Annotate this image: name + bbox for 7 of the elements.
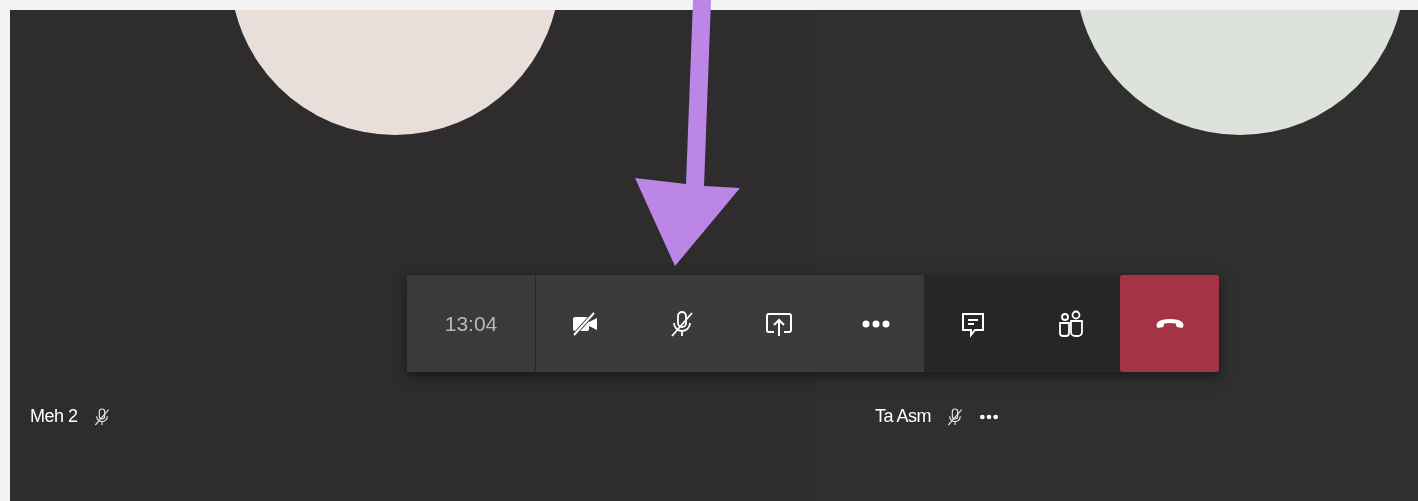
call-timer: 13:04 [407, 275, 536, 372]
participant-name: Ta Asm [875, 406, 932, 427]
hang-up-icon [1154, 319, 1185, 328]
more-icon [979, 412, 1000, 421]
people-icon [1056, 308, 1086, 339]
more-icon [860, 318, 891, 329]
participant-name: Meh 2 [30, 406, 78, 427]
